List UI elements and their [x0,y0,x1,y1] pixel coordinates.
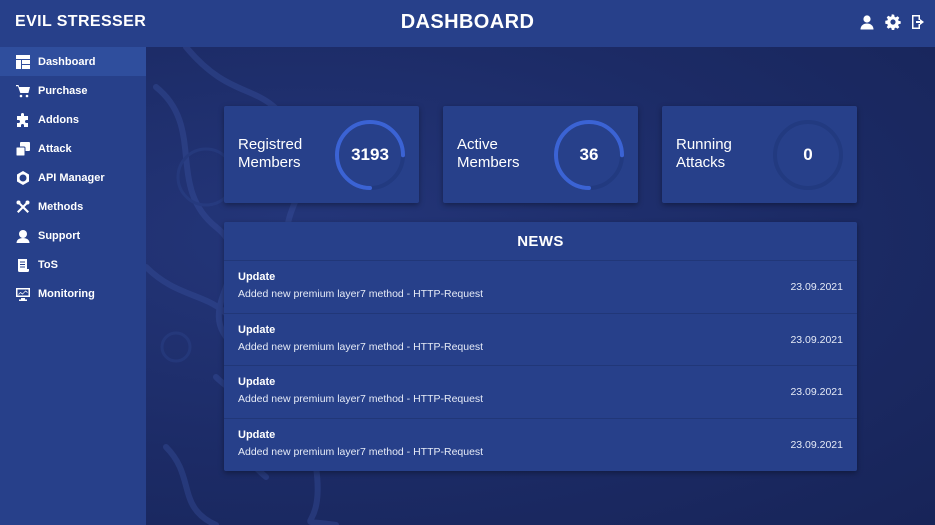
news-item: Update Added new premium layer7 method -… [224,366,857,419]
sidebar-item-label: Attack [38,142,72,155]
sidebar-item-methods[interactable]: Methods [0,192,146,221]
news-item-text: Added new premium layer7 method - HTTP-R… [238,288,484,300]
news-item-title: Update [238,271,276,283]
news-item-text: Added new premium layer7 method - HTTP-R… [238,340,484,353]
sidebar-item-purchase[interactable]: Purchase [0,76,146,105]
news-item-date: 23.09.2021 [790,281,843,293]
gear-icon[interactable] [885,14,901,31]
news-item-text: Added new premium layer7 method - HTTP-R… [238,393,484,405]
sidebar-item-monitoring[interactable]: Monitoring [0,279,146,308]
stat-card-running-attacks: Running Attacks 0 [662,106,857,203]
stat-label: Running Attacks [676,136,732,171]
tools-icon [16,200,30,214]
support-icon [16,229,30,243]
sidebar-item-dashboard[interactable]: Dashboard [0,47,146,76]
cart-icon [16,84,30,98]
monitor-icon [16,287,30,301]
stat-label: Active Members [457,136,520,171]
news-item-title: Update [238,323,276,336]
news-item-title: Update [238,428,276,441]
top-bar: EVIL STRESSER DASHBOARD [0,0,935,47]
sidebar-item-support[interactable]: Support [0,221,146,250]
stat-value: 36 [579,145,599,164]
news-item: Update Added new premium layer7 method -… [224,261,857,314]
scroll-icon [16,258,30,272]
sidebar-item-label: Purchase [38,84,88,97]
attack-icon [15,141,30,156]
api-icon [16,170,30,185]
sidebar: Dashboard Purchase Addons Attack API Man… [0,47,146,525]
news-item-date: 23.09.2021 [790,438,843,451]
news-item-text: Added new premium layer7 method - HTTP-R… [238,445,484,458]
dashboard-icon [16,54,30,69]
sidebar-item-label: ToS [38,258,58,271]
sidebar-item-attack[interactable]: Attack [0,134,146,163]
news-item-title: Update [238,376,276,388]
sidebar-item-label: Addons [38,113,79,126]
sidebar-item-label: Methods [38,200,84,213]
news-item-date: 23.09.2021 [790,386,843,398]
sidebar-item-api-manager[interactable]: API Manager [0,163,146,192]
stat-card-registered-members: Registred Members 3193 [224,106,419,203]
news-item: Update Added new premium layer7 method -… [224,419,857,472]
user-icon[interactable] [859,14,875,30]
news-panel: NEWS Update Added new premium layer7 met… [224,222,857,471]
sidebar-item-label: API Manager [38,171,105,184]
news-title: NEWS [224,222,857,261]
stat-value: 3193 [351,145,389,164]
news-item-date: 23.09.2021 [790,333,843,346]
puzzle-icon [16,112,30,127]
logout-icon[interactable] [911,14,927,30]
news-item: Update Added new premium layer7 method -… [224,314,857,366]
stat-card-active-members: Active Members 36 [443,106,638,203]
sidebar-item-addons[interactable]: Addons [0,105,146,134]
sidebar-item-label: Support [38,229,81,242]
top-icons [859,14,927,31]
sidebar-item-label: Dashboard [38,55,96,68]
stat-value: 0 [803,145,813,164]
sidebar-item-tos[interactable]: ToS [0,250,146,279]
stat-label: Registred Members [238,136,303,171]
page-title: DASHBOARD [400,11,535,33]
sidebar-item-label: Monitoring [38,287,95,300]
